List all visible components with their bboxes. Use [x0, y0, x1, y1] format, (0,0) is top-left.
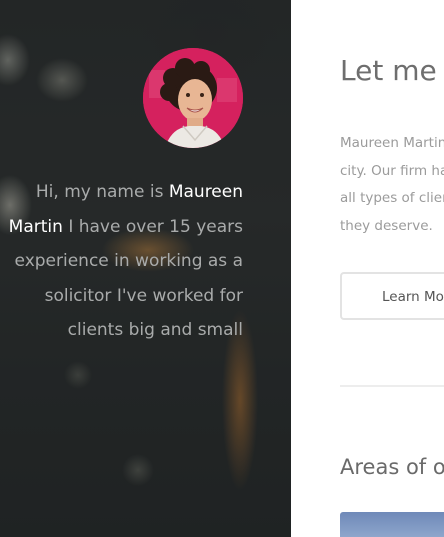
bio-paragraph: Maureen Martin city. Our firm ha all typ… [340, 130, 444, 240]
bio-line: Maureen Martin [340, 135, 444, 151]
intro-prefix: Hi, my name is [35, 182, 169, 202]
area-thumbnail-image[interactable] [340, 512, 444, 537]
main-content: Let me t Maureen Martin city. Our firm h… [291, 0, 444, 537]
hero-sidebar: Hi, my name is Maureen Martin I have ove… [0, 0, 291, 537]
page: Hi, my name is Maureen Martin I have ove… [0, 0, 444, 537]
avatar [143, 48, 243, 148]
bio-line: city. Our firm ha [340, 162, 444, 179]
areas-section-title: Areas of ou [340, 455, 444, 479]
learn-more-button[interactable]: Learn Mo [340, 272, 444, 320]
intro-text: Hi, my name is Maureen Martin I have ove… [3, 175, 243, 348]
bio-line: all types of clien [340, 190, 444, 206]
bio-line: they deserve. [340, 217, 433, 234]
page-title: Let me t [340, 54, 444, 87]
avatar-portrait [143, 48, 243, 148]
section-divider [340, 385, 444, 387]
